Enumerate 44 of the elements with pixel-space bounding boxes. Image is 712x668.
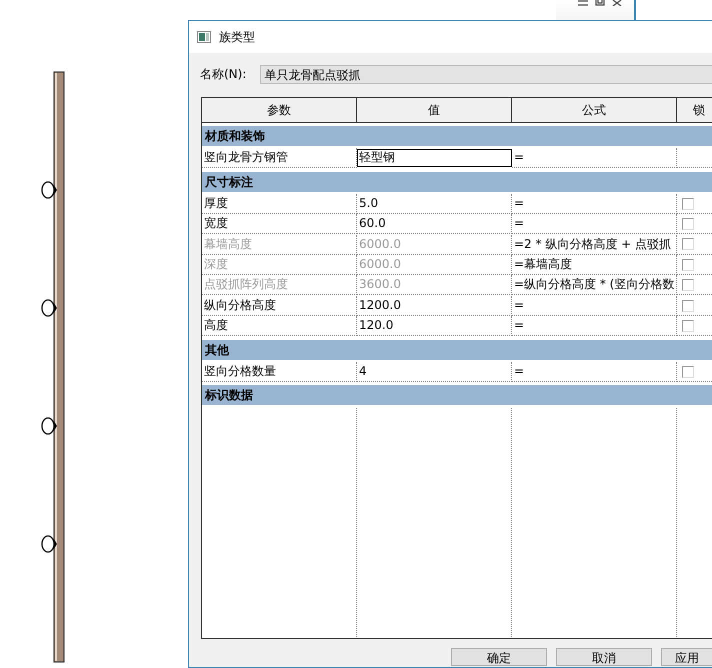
group-header[interactable]: 其他 (202, 340, 712, 362)
column-header[interactable]: 锁 (677, 98, 712, 122)
lock-checkbox[interactable] (682, 320, 694, 332)
parameter-name: 厚度 (202, 194, 357, 214)
dialog-button[interactable]: 应用 (661, 648, 712, 666)
value-field[interactable]: 120.0 (357, 316, 512, 336)
formula-field[interactable]: = (512, 362, 677, 382)
parameter-name: 纵向分格高度 (202, 296, 357, 316)
column-header[interactable]: 参数 (202, 98, 357, 122)
lock-checkbox[interactable] (682, 218, 694, 230)
value-field[interactable]: 60.0 (357, 214, 512, 234)
parameter-name: 深度 (202, 255, 357, 276)
dialog-icon (197, 31, 211, 43)
name-label: 名称(N): (200, 66, 246, 83)
group-header[interactable]: 尺寸标注 (202, 172, 712, 194)
close-icon[interactable] (612, 0, 622, 6)
parameter-name: 竖向分格数量 (202, 362, 357, 382)
name-field[interactable]: 单只龙骨配点驳抓 (260, 65, 712, 84)
minimize-icon[interactable] (577, 0, 589, 6)
column-header[interactable]: 公式 (512, 98, 677, 122)
value-field[interactable]: 4 (357, 362, 512, 382)
dialog-title: 族类型 (219, 28, 255, 46)
formula-field[interactable]: = (512, 296, 677, 316)
restore-icon[interactable] (595, 0, 606, 6)
formula-field[interactable]: = (512, 316, 677, 336)
dialog-button[interactable]: 取消 (556, 648, 652, 666)
column-header[interactable]: 值 (357, 98, 512, 122)
value-field[interactable]: 轻型钢 (357, 149, 512, 168)
value-field[interactable]: 5.0 (357, 194, 512, 214)
parameter-name: 宽度 (202, 214, 357, 234)
parameter-name: 幕墙高度 (202, 234, 357, 255)
formula-field[interactable]: = (512, 148, 677, 168)
lock-checkbox[interactable] (682, 198, 694, 210)
parameter-name: 高度 (202, 316, 357, 336)
dialog-button[interactable]: 确定 (451, 648, 547, 666)
lock-checkbox[interactable] (682, 300, 694, 312)
formula-field[interactable]: = (512, 214, 677, 234)
lock-checkbox[interactable] (682, 366, 694, 378)
group-header[interactable]: 标识数据 (202, 385, 712, 408)
parameter-name: 点驳抓阵列高度 (202, 275, 357, 296)
formula-field[interactable]: = (512, 194, 677, 214)
value-field[interactable]: 1200.0 (357, 296, 512, 316)
group-header[interactable]: 材质和装饰 (202, 126, 712, 148)
parameter-name: 竖向龙骨方钢管 (202, 148, 357, 168)
